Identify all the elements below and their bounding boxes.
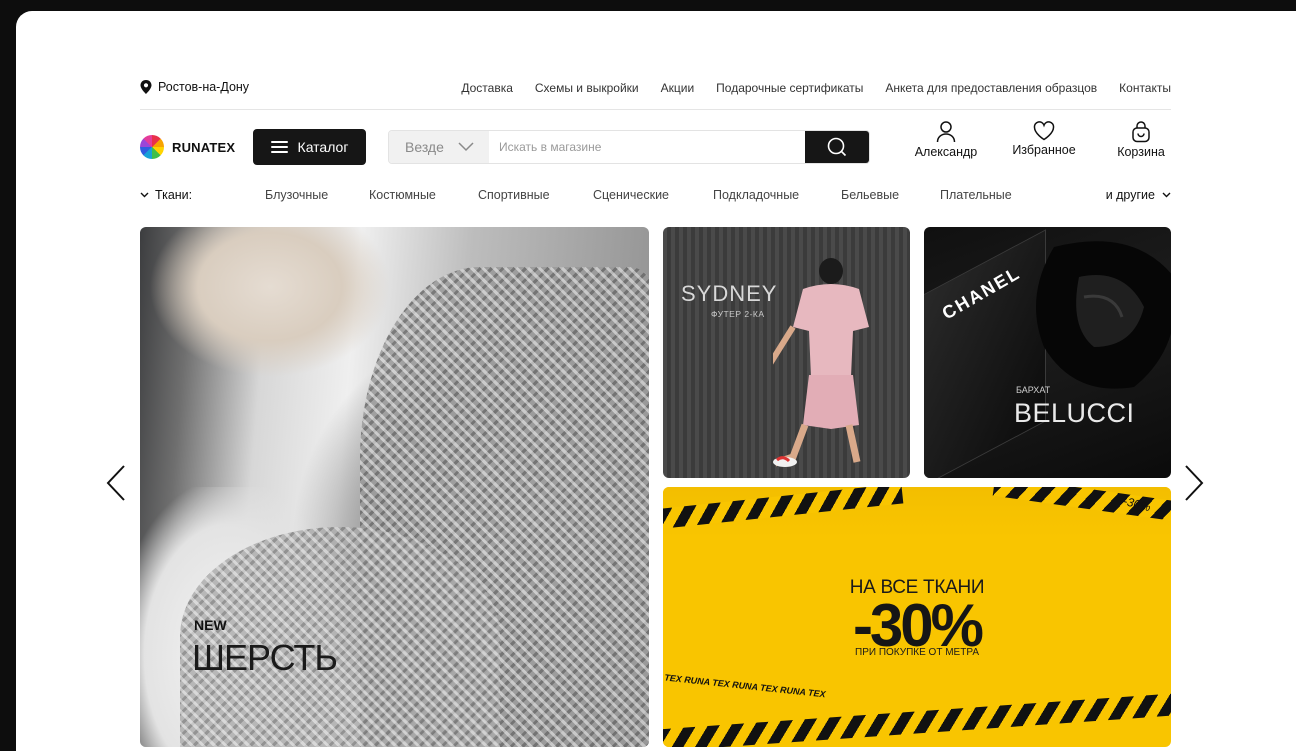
category-item[interactable]: Блузочные: [265, 188, 328, 202]
cart-label: Корзина: [1117, 145, 1165, 159]
velvet-fabric-image: [1036, 241, 1171, 389]
category-item[interactable]: Бельевые: [841, 188, 899, 202]
favorites-button[interactable]: Избранное: [1009, 121, 1079, 159]
heart-icon: [1033, 121, 1055, 141]
nav-patterns[interactable]: Схемы и выкройки: [535, 81, 639, 95]
carousel-prev-arrow-icon[interactable]: [104, 463, 128, 503]
logo-text: RUNATEX: [172, 139, 236, 155]
nav-promotions[interactable]: Акции: [661, 81, 695, 95]
fabric-categories: Ткани: Блузочные Костюмные Спортивные Сц…: [140, 187, 1171, 207]
bag-icon: [1132, 121, 1150, 143]
category-item[interactable]: Подкладочные: [713, 188, 799, 202]
search-button[interactable]: [805, 131, 869, 163]
nav-samples-form[interactable]: Анкета для предоставления образцов: [885, 81, 1097, 95]
banner-wool[interactable]: NEW ШЕРСТЬ: [140, 227, 649, 747]
menu-icon: [270, 141, 288, 153]
category-item[interactable]: Костюмные: [369, 188, 436, 202]
banner-sale[interactable]: -30% НА ВСЕ ТКАНИ -30% ПРИ ПОКУПКЕ ОТ МЕ…: [663, 487, 1171, 747]
user-icon: [936, 121, 956, 143]
chevron-down-icon: [140, 192, 149, 198]
user-actions: Александр Избранное Корзина: [911, 121, 1171, 159]
category-item[interactable]: Плательные: [940, 188, 1012, 202]
category-item[interactable]: Сценические: [593, 188, 669, 202]
categories-toggle[interactable]: Ткани:: [140, 188, 192, 202]
logo-flower-icon: [140, 135, 164, 159]
nav-gift-certificates[interactable]: Подарочные сертификаты: [716, 81, 863, 95]
nav-delivery[interactable]: Доставка: [461, 81, 513, 95]
banner-subtitle: БАРХАТ: [1016, 385, 1051, 395]
sale-line-3: ПРИ ПОКУПКЕ ОТ МЕТРА: [855, 647, 979, 658]
more-categories[interactable]: и другие: [1106, 188, 1171, 202]
search-scope-select[interactable]: Везде: [389, 131, 489, 163]
category-item[interactable]: Спортивные: [478, 188, 550, 202]
banner-sydney[interactable]: SYDNEY ФУТЕР 2-КА: [663, 227, 910, 478]
search-bar: Везде: [388, 130, 870, 164]
search-scope-value: Везде: [405, 139, 444, 155]
carousel-next-arrow-icon[interactable]: [1182, 463, 1206, 503]
top-nav: Доставка Схемы и выкройки Акции Подарочн…: [461, 81, 1171, 95]
banner-subtitle: ФУТЕР 2-КА: [711, 309, 765, 319]
search-icon: [827, 137, 847, 157]
categories-label: Ткани:: [155, 188, 193, 202]
banner-badge: NEW: [194, 617, 227, 633]
page-frame: Ростов-на-Дону Доставка Схемы и выкройки…: [16, 11, 1296, 751]
nav-contacts[interactable]: Контакты: [1119, 81, 1171, 95]
model-figure-image: [773, 258, 869, 467]
banner-title: ШЕРСТЬ: [192, 637, 338, 678]
banner-title: SYDNEY: [681, 281, 778, 306]
catalog-button[interactable]: Каталог: [253, 129, 366, 165]
chevron-down-icon: [1162, 192, 1171, 198]
more-categories-label: и другие: [1105, 188, 1155, 202]
city-selector[interactable]: Ростов-на-Дону: [140, 80, 249, 94]
top-bar: Ростов-на-Дону Доставка Схемы и выкройки…: [140, 75, 1171, 110]
search-input[interactable]: [489, 131, 805, 163]
cart-button[interactable]: Корзина: [1111, 121, 1171, 159]
catalog-label: Каталог: [297, 139, 349, 155]
chevron-down-icon: [458, 142, 474, 152]
favorites-label: Избранное: [1012, 143, 1076, 157]
location-pin-icon: [140, 80, 152, 94]
city-name: Ростов-на-Дону: [158, 80, 250, 94]
account-button[interactable]: Александр: [911, 121, 981, 159]
logo[interactable]: RUNATEX: [140, 135, 235, 159]
banner-belucci[interactable]: CHANEL БАРХАТ BELUCCI: [924, 227, 1171, 478]
banner-title: BELUCCI: [1014, 398, 1135, 428]
account-label: Александр: [914, 145, 978, 159]
main-header: RUNATEX Каталог Везде Александр: [140, 121, 1171, 165]
